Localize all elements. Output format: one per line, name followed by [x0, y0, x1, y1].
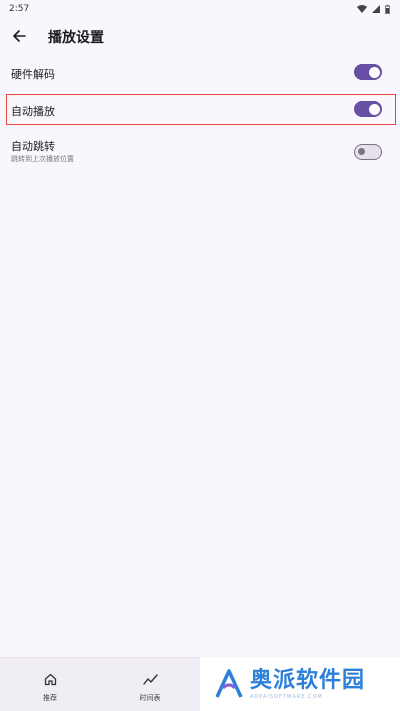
switch-knob — [368, 66, 380, 78]
battery-icon — [385, 4, 390, 14]
page-title: 播放设置 — [48, 30, 104, 46]
nav-item-schedule[interactable]: 时间表 — [120, 658, 180, 711]
status-time: 2:57 — [9, 4, 30, 14]
hardware-decoding-switch[interactable] — [354, 64, 382, 80]
trend-icon — [142, 671, 158, 687]
setting-hardware-decoding[interactable]: 硬件解码 — [0, 58, 400, 88]
status-icons — [357, 4, 390, 14]
status-bar: 2:57 — [0, 0, 400, 18]
autoplay-switch[interactable] — [354, 101, 382, 117]
watermark-logo-icon — [215, 669, 243, 698]
back-button[interactable] — [8, 25, 30, 47]
setting-autoplay[interactable]: 自动播放 — [0, 95, 400, 124]
signal-icon — [372, 5, 380, 13]
home-icon — [42, 671, 58, 687]
nav-label: 时间表 — [139, 694, 161, 702]
setting-auto-jump[interactable]: 自动跳转 跳转到上次播放位置 — [0, 134, 400, 170]
watermark-text-wrap: 奥派软件园 AOPAISOFTWARE.COM — [250, 668, 365, 700]
nav-item-recommend[interactable]: 推荐 — [20, 658, 80, 711]
switch-knob — [368, 103, 380, 115]
setting-label: 自动播放 — [11, 105, 55, 118]
setting-subtitle: 跳转到上次播放位置 — [11, 155, 74, 163]
watermark: 奥派软件园 AOPAISOFTWARE.COM — [200, 657, 400, 711]
wifi-icon — [357, 5, 367, 13]
setting-label: 硬件解码 — [11, 68, 55, 81]
arrow-left-icon — [13, 30, 26, 42]
app-bar: 播放设置 — [0, 20, 400, 52]
switch-knob — [358, 148, 365, 155]
setting-label: 自动跳转 — [11, 140, 55, 153]
watermark-text: 奥派软件园 — [250, 668, 366, 693]
auto-jump-switch[interactable] — [354, 144, 382, 160]
nav-label: 推荐 — [43, 694, 57, 702]
watermark-url: AOPAISOFTWARE.COM — [250, 694, 323, 700]
